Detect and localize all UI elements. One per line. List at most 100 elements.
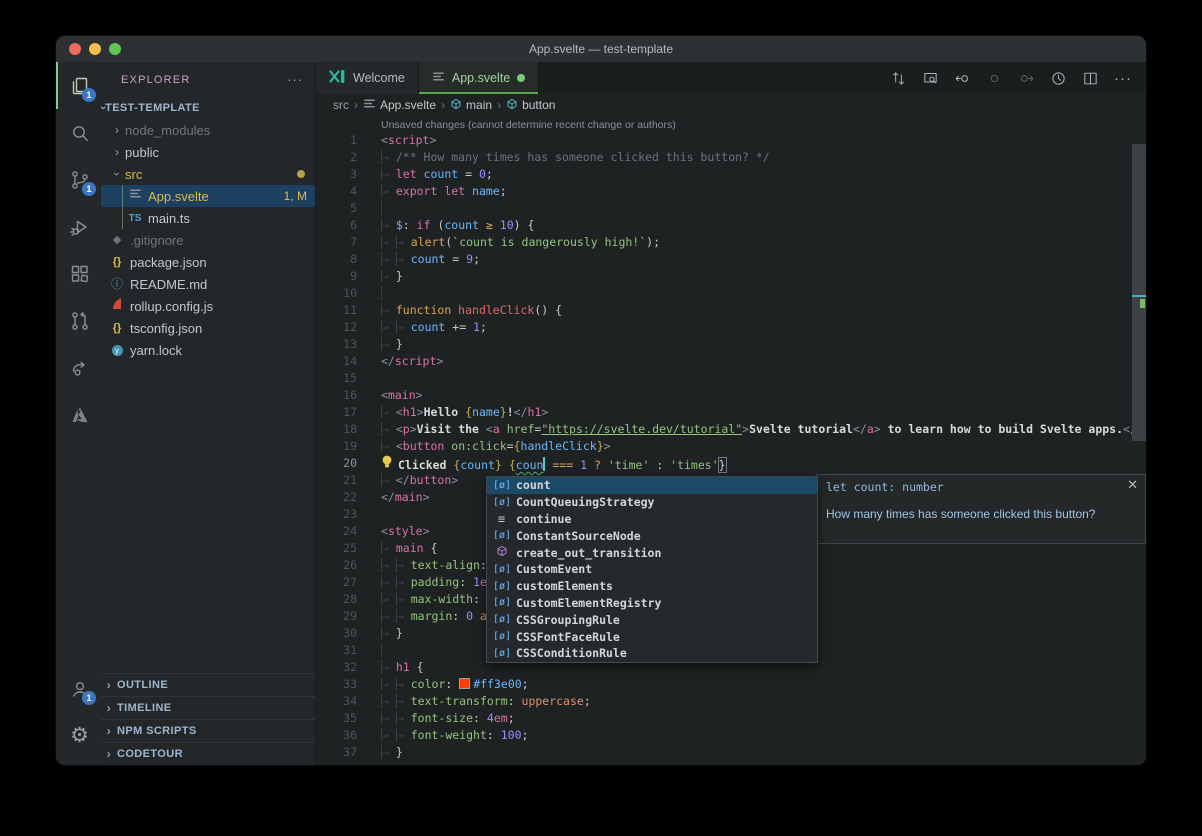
code-token: </ <box>381 354 395 368</box>
code-token: → <box>396 558 411 572</box>
activity-item-azure[interactable] <box>56 391 101 438</box>
line-content: → <h1>Hello {name}!</h1> <box>357 404 548 421</box>
suggest-label: CustomElementRegistry <box>516 596 661 610</box>
editor-scrollbar[interactable] <box>1132 142 1146 765</box>
code-line[interactable]: 5 <box>316 200 1146 217</box>
tree-item-src[interactable]: ›src <box>101 163 315 185</box>
section-timeline[interactable]: ›TIMELINE <box>101 696 315 719</box>
suggest-item-cssconditionrule[interactable]: [ø]CSSConditionRule <box>487 645 817 662</box>
suggest-item-customelementregistry[interactable]: [ø]CustomElementRegistry <box>487 595 817 612</box>
minimize-window-button[interactable] <box>89 43 101 55</box>
tree-item-main-ts[interactable]: TSmain.ts <box>101 207 315 229</box>
overview-cursor-marker <box>1132 295 1146 297</box>
code-line[interactable]: 1<script> <box>316 132 1146 149</box>
more-actions-icon[interactable]: ··· <box>1114 71 1132 86</box>
suggest-item-customelements[interactable]: [ø]customElements <box>487 578 817 595</box>
breadcrumb-item-src[interactable]: src <box>333 98 349 112</box>
section-outline[interactable]: ›OUTLINE <box>101 673 315 696</box>
tree-item-app-svelte[interactable]: App.svelte1, M <box>101 185 315 207</box>
run-timer-icon[interactable] <box>1050 70 1067 87</box>
activity-item-live-share[interactable] <box>56 344 101 391</box>
code-line[interactable]: 6→ $: if (count ≥ 10) { <box>316 217 1146 234</box>
tab-app-svelte[interactable]: App.svelte <box>419 62 539 94</box>
code-line[interactable]: 3→ let count = 0; <box>316 166 1146 183</box>
scrollbar-slider[interactable] <box>1132 144 1146 441</box>
code-line[interactable]: 13→ } <box>316 336 1146 353</box>
code-token: font-size <box>411 711 473 725</box>
tree-item-tsconfig-json[interactable]: {}tsconfig.json <box>101 317 315 339</box>
code-line[interactable]: 8→ → count = 9; <box>316 251 1146 268</box>
code-line[interactable]: 20Clicked {count} {coun === 1 ? 'time' :… <box>316 455 1146 472</box>
code-token: → <box>381 269 396 283</box>
section-codetour[interactable]: ›CODETOUR <box>101 742 315 765</box>
tree-item-node-modules[interactable]: ›node_modules <box>101 119 315 141</box>
code-line[interactable]: 9→ } <box>316 268 1146 285</box>
code-line[interactable]: 19→ <button on:click={handleClick}> <box>316 438 1146 455</box>
code-line[interactable]: 11→ function handleClick() { <box>316 302 1146 319</box>
activity-item-search[interactable] <box>56 109 101 156</box>
suggest-item-create_out_transition[interactable]: create_out_transition <box>487 544 817 561</box>
open-changes-icon[interactable] <box>890 70 907 87</box>
tree-item-readme-md[interactable]: ⓘREADME.md <box>101 273 315 295</box>
code-line[interactable]: 35→ → font-size: 4em; <box>316 710 1146 727</box>
code-line[interactable]: 37→ } <box>316 744 1146 761</box>
suggest-item-count[interactable]: [ø]count <box>487 477 817 494</box>
tab-welcome[interactable]: Welcome <box>316 62 419 94</box>
code-line[interactable]: 18→ <p>Visit the <a href="https://svelte… <box>316 421 1146 438</box>
split-editor-icon[interactable] <box>1082 70 1099 87</box>
close-window-button[interactable] <box>69 43 81 55</box>
code-token: → <box>396 592 411 606</box>
activity-item-source-control[interactable]: 1 <box>56 156 101 203</box>
code-area[interactable]: Unsaved changes (cannot determine recent… <box>316 116 1146 765</box>
suggest-item-cssgroupingrule[interactable]: [ø]CSSGroupingRule <box>487 611 817 628</box>
codelens-label[interactable]: Unsaved changes (cannot determine recent… <box>381 118 1146 132</box>
activity-item-explorer[interactable]: 1 <box>56 62 101 109</box>
tree-item-package-json[interactable]: {}package.json <box>101 251 315 273</box>
tree-item--gitignore[interactable]: ◆.gitignore <box>101 229 315 251</box>
section-npm-scripts[interactable]: ›NPM SCRIPTS <box>101 719 315 742</box>
breadcrumb-item-main[interactable]: main <box>450 98 492 113</box>
suggest-item-constantsourcenode[interactable]: [ø]ConstantSourceNode <box>487 527 817 544</box>
code-line[interactable]: 16<main> <box>316 387 1146 404</box>
code-line[interactable]: 4→ export let name; <box>316 183 1146 200</box>
activity-item-account[interactable]: 1 <box>56 665 101 712</box>
suggest-item-cssfontfacerule[interactable]: [ø]CSSFontFaceRule <box>487 628 817 645</box>
close-icon[interactable]: ✕ <box>1127 477 1138 493</box>
open-preview-icon[interactable] <box>922 70 939 87</box>
code-line[interactable]: 33→ → color: #ff3e00; <box>316 676 1146 693</box>
variable-icon: [ø] <box>493 564 510 575</box>
code-line[interactable]: 17→ <h1>Hello {name}!</h1> <box>316 404 1146 421</box>
titlebar[interactable]: App.svelte — test-template <box>56 36 1146 62</box>
explorer-more-icon[interactable]: ··· <box>287 72 303 87</box>
breadcrumb: src›App.svelte›main›button <box>316 94 1146 116</box>
code-line[interactable]: 2→ /** How many times has someone clicke… <box>316 149 1146 166</box>
code-token: > <box>429 133 436 147</box>
code-token: </ <box>853 422 867 436</box>
code-line[interactable]: 14</script> <box>316 353 1146 370</box>
suggest-item-countqueuingstrategy[interactable]: [ø]CountQueuingStrategy <box>487 494 817 511</box>
activity-badge: 1 <box>82 182 96 196</box>
zoom-window-button[interactable] <box>109 43 121 55</box>
breadcrumb-item-button[interactable]: button <box>506 98 555 113</box>
code-line[interactable]: 36→ → font-weight: 100; <box>316 727 1146 744</box>
breadcrumb-item-app-svelte[interactable]: App.svelte <box>363 97 436 113</box>
code-line[interactable]: 34→ → text-transform: uppercase; <box>316 693 1146 710</box>
workspace-root-row[interactable]: ›TEST-TEMPLATE <box>101 97 315 119</box>
tree-item-public[interactable]: ›public <box>101 141 315 163</box>
code-line[interactable]: 12→ → count += 1; <box>316 319 1146 336</box>
activity-item-extensions[interactable] <box>56 250 101 297</box>
navigate-back-icon[interactable] <box>954 70 971 87</box>
navigate-forward-icon[interactable] <box>1018 70 1035 87</box>
activity-item-github-pr[interactable] <box>56 297 101 344</box>
activity-item-settings[interactable]: ⚙ <box>56 712 101 759</box>
tree-item-rollup-config-js[interactable]: rollup.config.js <box>101 295 315 317</box>
suggest-item-continue[interactable]: ≡continue <box>487 511 817 528</box>
navigate-location-icon[interactable] <box>986 70 1003 87</box>
tree-item-yarn-lock[interactable]: yyarn.lock <box>101 339 315 361</box>
code-line[interactable]: 10 <box>316 285 1146 302</box>
code-line[interactable]: 15 <box>316 370 1146 387</box>
code-token: on:click <box>451 439 506 453</box>
code-line[interactable]: 7→ → alert(`count is dangerously high!`)… <box>316 234 1146 251</box>
activity-item-run-debug[interactable] <box>56 203 101 250</box>
suggest-item-customevent[interactable]: [ø]CustomEvent <box>487 561 817 578</box>
